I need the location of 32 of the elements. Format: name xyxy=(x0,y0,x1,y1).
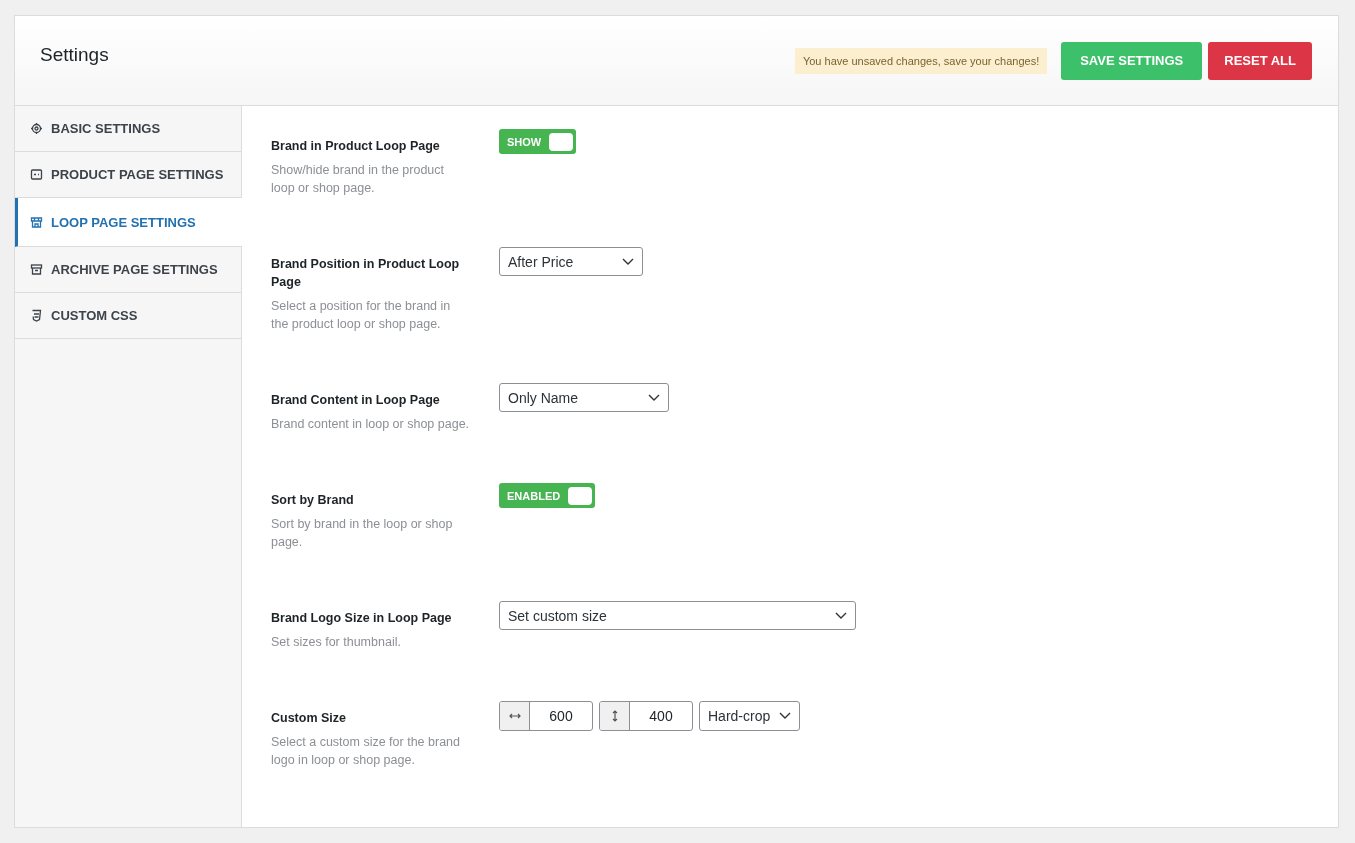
setting-description: Sort by brand in the loop or shop page. xyxy=(271,516,454,551)
setting-label: Brand Content in Loop Page xyxy=(271,392,441,409)
chevron-down-icon xyxy=(779,712,791,720)
width-field[interactable]: 600 xyxy=(499,701,593,731)
css-icon xyxy=(30,309,43,322)
setting-label: Custom Size xyxy=(271,710,347,727)
chevron-down-icon xyxy=(835,611,847,620)
store-icon xyxy=(30,215,43,229)
dropdown-select[interactable]: Set custom size xyxy=(499,601,856,630)
setting-description: Select a custom size for the brand logo in loop or shop page. xyxy=(271,734,461,769)
height-field[interactable]: 400 xyxy=(599,701,693,731)
setting-description: Show/hide brand in the product loop or shop page. xyxy=(271,162,446,197)
horizontal-arrows-icon xyxy=(508,713,521,719)
chevron-down-icon xyxy=(622,257,634,266)
setting-description: Select a position for the brand in the product loop or shop page. xyxy=(271,298,452,333)
reset-button[interactable]: RESET ALL xyxy=(1208,41,1312,80)
crop-select[interactable]: Hard-crop xyxy=(699,701,800,731)
setting-label: Brand in Product Loop Page xyxy=(271,138,441,155)
unsaved-notice: You have unsaved changes, save your changes! xyxy=(794,47,1048,74)
vertical-arrows-icon xyxy=(611,710,618,722)
setting-description: Set sizes for thumbnail. xyxy=(271,634,402,651)
archive-icon xyxy=(30,263,43,276)
page-icon xyxy=(30,168,43,181)
setting-label: Brand Logo Size in Loop Page xyxy=(271,610,453,627)
page-title: Settings xyxy=(40,43,110,66)
dropdown-select[interactable]: Only Name xyxy=(499,383,669,412)
sidebar-tab[interactable]: LOOP PAGE SETTINGS xyxy=(15,198,242,247)
setting-description: Brand content in loop or shop page. xyxy=(271,416,471,433)
setting-label: Brand Position in Product Loop Page xyxy=(271,256,461,291)
setting-label: Sort by Brand xyxy=(271,492,355,509)
dropdown-select[interactable]: After Price xyxy=(499,247,643,276)
chevron-down-icon xyxy=(648,393,660,402)
